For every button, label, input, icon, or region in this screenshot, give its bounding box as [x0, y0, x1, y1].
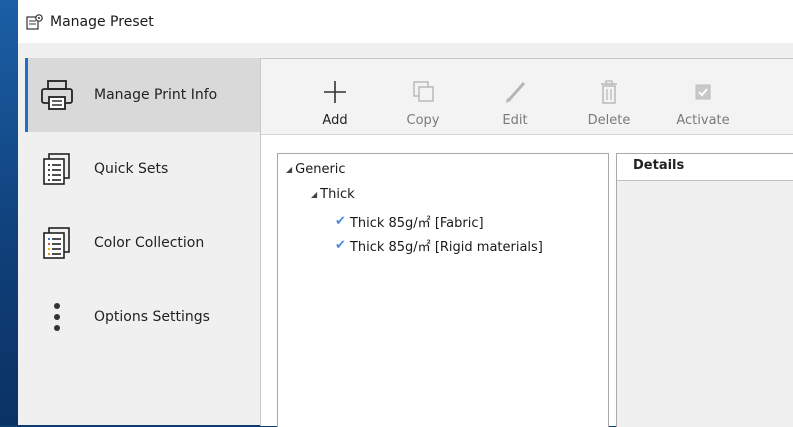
tree-item-fabric[interactable]: ✔ Thick 85g/㎡ [Fabric] — [335, 212, 484, 231]
tree-item-label: Thick 85g/㎡ [Rigid materials] — [349, 240, 543, 255]
sidebar-item-label: Quick Sets — [94, 161, 169, 177]
sidebar-item-label: Color Collection — [94, 235, 205, 251]
tree-node-generic[interactable]: ◢ Generic — [286, 162, 346, 177]
window-title: Manage Preset — [50, 13, 154, 30]
sidebar-item-label: Manage Print Info — [94, 87, 218, 103]
details-panel: Details — [616, 153, 793, 427]
details-header: Details — [617, 154, 793, 181]
copy-icon — [413, 81, 434, 102]
tree-item-label: Thick 85g/㎡ [Fabric] — [349, 216, 484, 231]
tree-node-label: Generic — [295, 162, 346, 177]
copy-button[interactable]: Copy — [383, 65, 463, 129]
activate-button[interactable]: Activate — [663, 65, 743, 129]
toolbar: Add Copy Edit Delete Activate — [261, 59, 793, 135]
copy-label: Copy — [406, 113, 440, 128]
printer-icon — [41, 80, 73, 110]
tree-item-rigid-materials[interactable]: ✔ Thick 85g/㎡ [Rigid materials] — [335, 236, 543, 255]
sidebar-item-options-settings[interactable]: Options Settings — [28, 280, 260, 354]
sidebar: Manage Print Info Quick Sets Color Colle… — [18, 58, 263, 425]
vertical-dots-icon — [54, 303, 60, 331]
title-bar: Manage Preset — [18, 0, 793, 43]
edit-label: Edit — [502, 113, 528, 128]
sidebar-item-manage-print-info[interactable]: Manage Print Info — [25, 58, 263, 132]
preset-settings-icon — [26, 13, 43, 30]
expanded-triangle-icon: ◢ — [311, 190, 318, 199]
activate-label: Activate — [676, 113, 730, 128]
delete-button[interactable]: Delete — [569, 65, 649, 129]
desktop-background — [0, 0, 18, 425]
expanded-triangle-icon: ◢ — [286, 165, 293, 174]
checkbox-icon — [695, 84, 711, 100]
delete-label: Delete — [587, 113, 631, 128]
sidebar-item-quick-sets[interactable]: Quick Sets — [28, 132, 260, 206]
pencil-icon — [506, 82, 526, 103]
sidebar-item-label: Options Settings — [94, 309, 210, 325]
trash-icon — [601, 80, 617, 104]
edit-button[interactable]: Edit — [475, 65, 555, 129]
main-content: Add Copy Edit Delete Activate ◢ Generic … — [260, 58, 793, 427]
quick-sets-icon — [43, 153, 70, 185]
preset-tree: ◢ Generic ◢ Thick ✔ Thick 85g/㎡ [Fabric]… — [277, 153, 609, 427]
tree-node-label: Thick — [320, 187, 355, 202]
checkmark-icon: ✔ — [335, 214, 346, 229]
tree-node-thick[interactable]: ◢ Thick — [311, 187, 355, 202]
add-label: Add — [322, 113, 348, 128]
checkmark-icon: ✔ — [335, 238, 346, 253]
manage-preset-window: Manage Preset Manage Print Info Quick Se… — [18, 0, 793, 427]
plus-icon — [324, 81, 346, 103]
sidebar-item-color-collection[interactable]: Color Collection — [28, 206, 260, 280]
add-button[interactable]: Add — [295, 65, 375, 129]
color-collection-icon — [43, 227, 70, 259]
